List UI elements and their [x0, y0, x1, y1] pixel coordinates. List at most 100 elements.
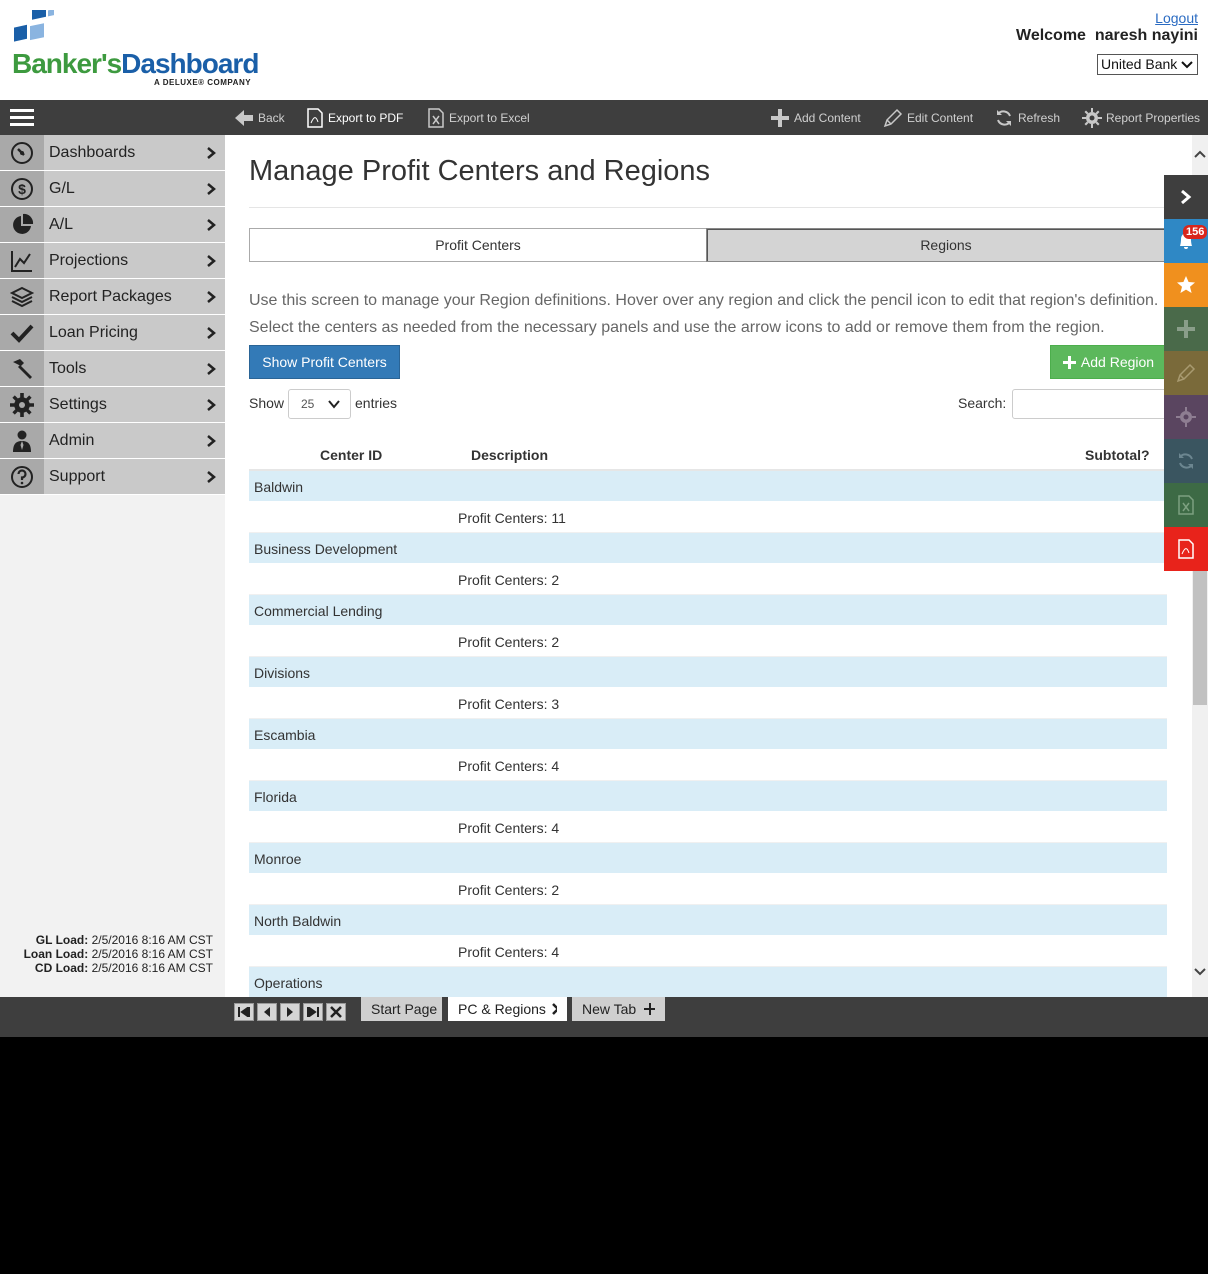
layers-icon: [0, 279, 44, 314]
bank-select-value: United Bank: [1101, 56, 1178, 72]
entries-value: 25: [301, 397, 315, 411]
export-pdf-side-button[interactable]: [1164, 527, 1208, 571]
sidebar-item-support[interactable]: Support: [0, 459, 225, 495]
plus-icon: [771, 108, 789, 127]
chevron-right-icon: [203, 398, 219, 412]
export-excel-button[interactable]: Export to Excel: [427, 100, 530, 135]
add-content-button[interactable]: Add Content: [770, 100, 861, 135]
favorite-button[interactable]: [1164, 263, 1208, 307]
table-row-detail: Profit Centers: 2: [249, 874, 1167, 905]
chevron-right-icon: [203, 146, 219, 160]
sidebar-item-projections[interactable]: Projections: [0, 243, 225, 279]
scroll-up-icon[interactable]: [1194, 149, 1206, 159]
sidebar-item-label: Loan Pricing: [49, 323, 138, 341]
pdf-file-icon: [307, 107, 323, 128]
sidebar-item-g-l[interactable]: $ G/L: [0, 171, 225, 207]
sidebar-item-tools[interactable]: Tools: [0, 351, 225, 387]
sidebar-item-label: A/L: [49, 215, 74, 233]
export-excel-side-button[interactable]: [1164, 483, 1208, 527]
bank-select[interactable]: United Bank: [1097, 54, 1198, 75]
sidebar-item-dashboards[interactable]: Dashboards: [0, 135, 225, 171]
scroll-down-icon[interactable]: [1194, 967, 1206, 977]
column-header-center-id[interactable]: Center ID: [320, 447, 382, 463]
table-row[interactable]: Florida: [249, 781, 1167, 812]
gear-icon: [0, 387, 44, 422]
column-header-subtotal[interactable]: Subtotal?: [1085, 447, 1150, 463]
regions-table: Center ID Description Subtotal? Baldwin P…: [249, 437, 1167, 997]
brand-subtitle: A DELUXE® COMPANY: [154, 78, 252, 87]
close-all-tabs-button[interactable]: [326, 1003, 346, 1021]
add-content-side-button[interactable]: [1164, 307, 1208, 351]
chevron-down-icon: [328, 400, 340, 409]
refresh-side-button[interactable]: [1164, 439, 1208, 483]
entries-label: entries: [355, 395, 398, 411]
report-properties-button[interactable]: Report Properties: [1082, 100, 1200, 135]
cd-load-value: 2/5/2016 8:16 AM CST: [91, 961, 213, 975]
column-header-description[interactable]: Description: [471, 447, 548, 463]
table-row[interactable]: Escambia: [249, 719, 1167, 750]
bankers-dashboard-logo: Banker'sDashboard A DELUXE® COMPANY: [10, 8, 270, 90]
table-row-detail: Profit Centers: 2: [249, 564, 1167, 595]
tab-start-page[interactable]: Start Page: [361, 997, 442, 1021]
show-profit-centers-button[interactable]: Show Profit Centers: [249, 345, 400, 379]
logout-link[interactable]: Logout: [1155, 10, 1198, 26]
welcome-user: Welcome naresh nayini: [1016, 27, 1198, 44]
refresh-icon: [1179, 453, 1193, 469]
table-row[interactable]: Operations: [249, 967, 1167, 997]
notification-badge: 156: [1183, 225, 1208, 239]
tab-pc-regions[interactable]: PC & Regions: [448, 997, 567, 1021]
previous-tab-button[interactable]: [257, 1003, 277, 1021]
checkmark-icon: [0, 315, 44, 350]
table-row[interactable]: Business Development: [249, 533, 1167, 564]
edit-content-side-button[interactable]: [1164, 351, 1208, 395]
search-input[interactable]: [1012, 389, 1182, 419]
gear-icon: [1082, 107, 1102, 128]
add-region-button[interactable]: Add Region: [1050, 345, 1167, 379]
table-row[interactable]: North Baldwin: [249, 905, 1167, 936]
edit-content-label: Edit Content: [907, 110, 974, 125]
sidebar-item-report-packages[interactable]: Report Packages: [0, 279, 225, 315]
previous-icon: [264, 1007, 270, 1017]
tab-profit-centers[interactable]: Profit Centers: [249, 228, 707, 262]
last-tab-button[interactable]: [303, 1003, 323, 1021]
gear-icon: [1176, 407, 1196, 427]
notifications-button[interactable]: 156: [1164, 219, 1208, 263]
main-content: Manage Profit Centers and Regions Profit…: [225, 135, 1192, 997]
close-icon[interactable]: [552, 1003, 557, 1015]
skip-last-icon: [307, 1007, 319, 1017]
search-label: Search:: [958, 395, 1007, 411]
first-tab-button[interactable]: [234, 1003, 254, 1021]
page-title: Manage Profit Centers and Regions: [249, 155, 711, 187]
edit-content-button[interactable]: Edit Content: [883, 100, 973, 135]
refresh-button[interactable]: Refresh: [994, 100, 1060, 135]
chevron-right-icon: [203, 470, 219, 484]
tab-new-tab-label: New Tab: [582, 1001, 637, 1017]
menu-icon[interactable]: [10, 109, 34, 127]
sidebar-item-label: Report Packages: [49, 287, 172, 305]
sidebar-item-settings[interactable]: Settings: [0, 387, 225, 423]
chevron-right-icon: [203, 254, 219, 268]
tab-regions[interactable]: Regions: [706, 228, 1186, 262]
svg-text:$: $: [18, 181, 26, 197]
back-button[interactable]: Back: [234, 100, 285, 135]
next-tab-button[interactable]: [280, 1003, 300, 1021]
entries-per-page-select[interactable]: 25: [288, 389, 351, 419]
sidebar-item-loan-pricing[interactable]: Loan Pricing: [0, 315, 225, 351]
pie-chart-icon: [0, 207, 44, 242]
collapse-panel-button[interactable]: [1164, 175, 1208, 219]
export-pdf-button[interactable]: Export to PDF: [306, 100, 403, 135]
table-body: Baldwin Profit Centers: 11 Business Develo…: [249, 471, 1167, 997]
app-header: Banker'sDashboard A DELUXE® COMPANY Logo…: [0, 0, 1208, 100]
table-row[interactable]: Divisions: [249, 657, 1167, 688]
sidebar-item-admin[interactable]: Admin: [0, 423, 225, 459]
settings-side-button[interactable]: [1164, 395, 1208, 439]
table-row[interactable]: Monroe: [249, 843, 1167, 874]
table-row[interactable]: Commercial Lending: [249, 595, 1167, 626]
tab-new-tab[interactable]: New Tab: [572, 997, 665, 1021]
table-row-detail: Profit Centers: 11: [249, 502, 1167, 533]
tab-pc-regions-label: PC & Regions: [458, 1001, 546, 1017]
sidebar-item-a-l[interactable]: A/L: [0, 207, 225, 243]
gl-load-value: 2/5/2016 8:16 AM CST: [91, 933, 213, 947]
table-row[interactable]: Baldwin: [249, 471, 1167, 502]
table-row-detail: Profit Centers: 4: [249, 750, 1167, 781]
